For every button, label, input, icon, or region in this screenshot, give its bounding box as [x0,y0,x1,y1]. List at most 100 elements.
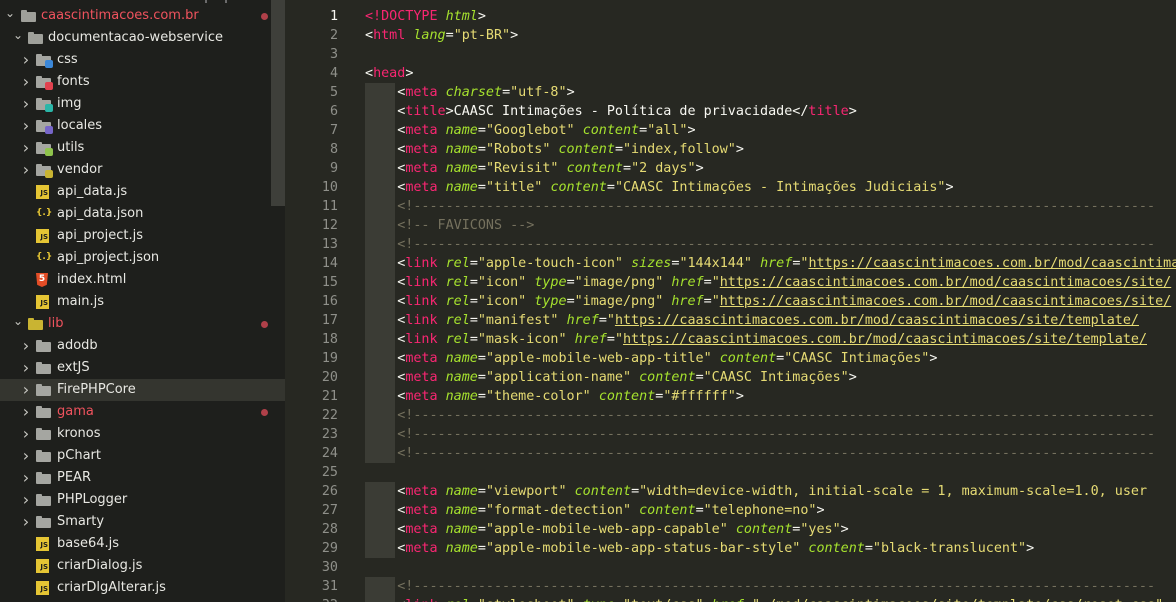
code-token: = [477,142,486,157]
sidebar-item-smarty[interactable]: › Smarty [0,511,285,533]
code-line[interactable]: 16 <link rel="icon" type="image/png" hre… [285,292,1176,311]
code-line[interactable]: 7 <meta name="Googlebot" content="all"> [285,121,1176,140]
sidebar-scrollbar[interactable] [271,0,285,206]
code-line[interactable]: 2 <html lang="pt-BR"> [285,26,1176,45]
sidebar-item-api-data-json[interactable]: {.} api_data.json [0,203,285,225]
code-line[interactable]: 6 <title>CAASC Intimações - Política de … [285,102,1176,121]
code-line[interactable]: 30 [285,558,1176,577]
sidebar-item-pchart[interactable]: › pChart [0,445,285,467]
sidebar-item-utils[interactable]: › utils [0,137,285,159]
sidebar-item-phplogger[interactable]: › PHPLogger [0,489,285,511]
code-line[interactable]: 3 [285,45,1176,64]
code-token: "utf-8" [510,85,567,100]
code-line[interactable]: 22 <!-----------------------------------… [285,406,1176,425]
code-line[interactable]: 1 <!DOCTYPE html> [285,7,1176,26]
code-line[interactable]: 32 <link rel="stylesheet" type="text/css… [285,596,1176,602]
chevron-right-icon[interactable]: › [20,489,32,511]
chevron-right-icon[interactable]: › [20,467,32,489]
sidebar-item-documentacao-webservice[interactable]: ⌄ documentacao-webservice [0,27,285,49]
code-line[interactable]: 12 <!-- FAVICONS --> [285,216,1176,235]
modified-dot-icon [261,13,268,20]
code-line[interactable]: 25 [285,463,1176,482]
sidebar-item-api-project-js[interactable]: JS api_project.js [0,225,285,247]
sidebar-item-label: css [57,52,78,67]
sidebar-item-kronos[interactable]: › kronos [0,423,285,445]
folder-icon [36,142,53,156]
code-line[interactable]: 24 <!-----------------------------------… [285,444,1176,463]
sidebar-item-base64-js[interactable]: JS base64.js [0,533,285,555]
code-line[interactable]: 28 <meta name="apple-mobile-web-app-capa… [285,520,1176,539]
sidebar-item-css[interactable]: › css [0,49,285,71]
sidebar-item-lib[interactable]: ⌄ lib [0,313,285,335]
code-line[interactable]: 23 <!-----------------------------------… [285,425,1176,444]
chevron-right-icon[interactable]: › [20,115,32,137]
sidebar-item-img[interactable]: › img [0,93,285,115]
code-line[interactable]: 19 <meta name="apple-mobile-web-app-titl… [285,349,1176,368]
code-token: "yes" [800,522,841,537]
code-line[interactable]: 13 <!-----------------------------------… [285,235,1176,254]
sidebar-item-api-data-js[interactable]: JS api_data.js [0,181,285,203]
sidebar-item-vendor[interactable]: › vendor [0,159,285,181]
sidebar-item-index-html[interactable]: 5 index.html [0,269,285,291]
sidebar-item-criardlgalterar-js[interactable]: JS criarDlgAlterar.js [0,577,285,599]
code-token: = [469,294,478,309]
chevron-down-icon[interactable]: ⌄ [4,5,16,27]
sidebar-item-extjs[interactable]: › extJS [0,357,285,379]
code-line[interactable]: 31 <!-----------------------------------… [285,577,1176,596]
sidebar-item-criardialog-js[interactable]: JS criarDialog.js [0,555,285,577]
code-token: <!--------------------------------------… [365,427,1156,442]
chevron-right-icon[interactable]: › [20,511,32,533]
code-line[interactable]: 26 <meta name="viewport" content="width=… [285,482,1176,501]
sidebar-item-locales[interactable]: › locales [0,115,285,137]
sidebar-item-firephpcore[interactable]: › FirePHPCore [0,379,285,401]
chevron-right-icon[interactable]: › [20,159,32,181]
code-token: title [405,104,446,119]
code-token: "apple-mobile-web-app-status-bar-style" [485,541,801,556]
code-line[interactable]: 9 <meta name="Revisit" content="2 days"> [285,159,1176,178]
code-line[interactable]: 10 <meta name="title" content="CAASC Int… [285,178,1176,197]
code-token: < [365,123,406,138]
code-line[interactable]: 18 <link rel="mask-icon" href="https://c… [285,330,1176,349]
code-editor[interactable]: 1 <!DOCTYPE html> 2 <html lang="pt-BR"> 3 4 <h… [285,0,1176,602]
chevron-right-icon[interactable]: › [20,357,32,379]
sidebar-item-pear[interactable]: › PEAR [0,467,285,489]
chevron-down-icon[interactable]: ⌄ [12,27,24,49]
code-line[interactable]: 15 <link rel="icon" type="image/png" hre… [285,273,1176,292]
code-line[interactable]: 29 <meta name="apple-mobile-web-app-stat… [285,539,1176,558]
chevron-right-icon[interactable]: › [20,49,32,71]
chevron-right-icon[interactable]: › [20,335,32,357]
chevron-right-icon[interactable]: › [20,445,32,467]
code-line[interactable]: 20 <meta name="application-name" content… [285,368,1176,387]
code-line[interactable]: 14 <link rel="apple-touch-icon" sizes="1… [285,254,1176,273]
code-text: <meta name="title" content="CAASC Intima… [365,178,953,197]
code-token: < [365,161,406,176]
code-line[interactable]: 5 <meta charset="utf-8"> [285,83,1176,102]
chevron-right-icon[interactable]: › [20,71,32,93]
code-line[interactable]: 17 <link rel="manifest" href="https://ca… [285,311,1176,330]
chevron-right-icon[interactable]: › [20,423,32,445]
chevron-right-icon[interactable]: › [20,401,32,423]
chevron-down-icon[interactable]: ⌄ [12,313,24,335]
chevron-right-icon[interactable]: › [20,137,32,159]
code-line[interactable]: 4 <head> [285,64,1176,83]
sidebar-item-gama[interactable]: › gama [0,401,285,423]
line-number: 2 [329,28,338,43]
json-file-icon: {.} [36,252,53,262]
chevron-right-icon[interactable]: › [20,93,32,115]
code-line[interactable]: 8 <meta name="Robots" content="index,fol… [285,140,1176,159]
code-line[interactable]: 11 <!-----------------------------------… [285,197,1176,216]
sidebar-item-main-js[interactable]: JS main.js [0,291,285,313]
sidebar-item-caascintimacoes-com-br[interactable]: ⌄ caascintimacoes.com.br [0,5,285,27]
sidebar-item-api-project-json[interactable]: {.} api_project.json [0,247,285,269]
sidebar-item-adodb[interactable]: › adodb [0,335,285,357]
sidebar-item-fonts[interactable]: › fonts [0,71,285,93]
line-number: 25 [321,465,338,480]
code-line[interactable]: 27 <meta name="format-detection" content… [285,501,1176,520]
code-token: type [534,294,567,309]
chevron-right-icon[interactable]: › [20,379,32,401]
code-line[interactable]: 21 <meta name="theme-color" content="#ff… [285,387,1176,406]
